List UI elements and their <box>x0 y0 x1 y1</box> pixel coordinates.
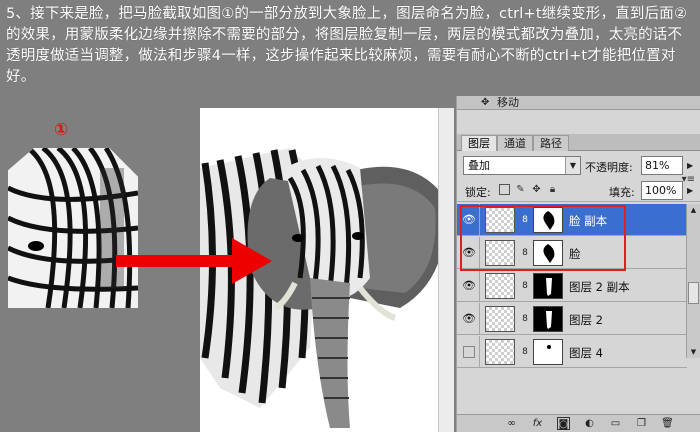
fill-input[interactable]: 100% <box>641 181 683 200</box>
opacity-label: 不透明度: <box>585 161 633 174</box>
lock-position-icon[interactable]: ✥ <box>531 184 542 195</box>
layers-bottom-toolbar: ∞ fx ◙ ◐ ▭ ❐ 🗑︎ <box>457 414 700 432</box>
layer-row-layer4[interactable]: 8 图层 4 <box>457 336 687 368</box>
blend-mode-value: 叠加 <box>468 159 490 172</box>
link-chain-icon: 8 <box>522 347 528 357</box>
visibility-toggle[interactable] <box>463 346 475 358</box>
opacity-dropdown-icon[interactable]: ▶ <box>687 161 693 170</box>
highlight-box <box>460 205 626 271</box>
lock-brush-icon[interactable]: ✎ <box>515 184 526 195</box>
instruction-text: 5、接下来是脸，把马脸截取如图①的一部分放到大象脸上，图层命名为脸，ctrl+t… <box>6 6 688 85</box>
mask-trunk-shape <box>546 311 552 329</box>
new-group-icon[interactable]: ▭ <box>609 417 622 430</box>
eye-separator <box>479 303 480 335</box>
add-mask-icon[interactable]: ◙ <box>557 417 570 430</box>
layer-thumbnail <box>485 339 515 365</box>
layer-name[interactable]: 图层 2 <box>569 312 603 328</box>
new-layer-icon[interactable]: ❐ <box>635 417 648 430</box>
eye-separator <box>479 270 480 302</box>
lock-label: 锁定: <box>465 186 491 199</box>
layer-row-layer2[interactable]: 👁︎ 8 图层 2 <box>457 303 687 335</box>
fx-icon[interactable]: fx <box>531 417 544 430</box>
panel-tabs: 图层 通道 路径 ▾≡ <box>457 134 700 185</box>
layer-thumbnail <box>485 273 515 299</box>
blend-row: 叠加 ▼ 不透明度: 81% ▶ <box>457 154 700 178</box>
layers-scrollbar[interactable]: ▲ ▼ <box>686 204 700 358</box>
tab-paths[interactable]: 路径 <box>533 135 569 151</box>
scroll-down-icon[interactable]: ▼ <box>687 346 700 358</box>
lock-transparent-icon[interactable] <box>499 184 510 195</box>
red-arrow-head <box>232 238 272 284</box>
link-layers-icon[interactable]: ∞ <box>505 417 518 430</box>
history-item-move[interactable]: ✥ 移动 <box>457 96 700 110</box>
layer-mask-thumbnail[interactable] <box>533 273 563 299</box>
layer-row-layer2-copy[interactable]: 👁︎ 8 图层 2 副本 <box>457 270 687 302</box>
canvas-scrollbar[interactable] <box>438 108 454 432</box>
mask-dot-shape <box>547 345 551 349</box>
history-strip: ✥ 移动 <box>457 96 700 110</box>
scroll-thumb[interactable] <box>688 282 699 304</box>
history-item-label: 移动 <box>497 96 519 109</box>
lock-all-icon[interactable]: 🔒︎ <box>547 184 558 195</box>
tab-layers[interactable]: 图层 <box>461 135 497 151</box>
link-chain-icon: 8 <box>522 314 528 324</box>
eye-icon[interactable]: 👁︎ <box>461 311 477 327</box>
zebra-face-crop <box>8 148 138 308</box>
scroll-up-icon[interactable]: ▲ <box>687 204 700 216</box>
fill-dropdown-icon[interactable]: ▶ <box>687 186 693 195</box>
layer-name[interactable]: 图层 4 <box>569 345 603 361</box>
move-tool-icon: ✥ <box>481 97 490 108</box>
tab-channels[interactable]: 通道 <box>497 135 533 151</box>
opacity-input[interactable]: 81% <box>641 156 683 175</box>
link-chain-icon: 8 <box>522 281 528 291</box>
chevron-down-icon: ▼ <box>565 157 580 174</box>
layer-mask-thumbnail[interactable] <box>533 339 563 365</box>
lock-row: 锁定: ✎ ✥ 🔒︎ 填充: 100% ▶ <box>457 180 700 202</box>
blend-mode-select[interactable]: 叠加 ▼ <box>463 156 581 175</box>
marker-one: ① <box>54 120 69 140</box>
mask-trunk-shape <box>546 278 552 296</box>
eye-icon[interactable]: 👁︎ <box>461 278 477 294</box>
layer-thumbnail <box>485 306 515 332</box>
zebra-face-image <box>8 148 138 308</box>
eye-separator <box>479 336 480 368</box>
adjustment-layer-icon[interactable]: ◐ <box>583 417 596 430</box>
trash-icon[interactable]: 🗑︎ <box>661 417 674 430</box>
red-arrow-shaft <box>116 255 236 267</box>
layer-mask-thumbnail[interactable] <box>533 306 563 332</box>
layer-name[interactable]: 图层 2 副本 <box>569 279 630 295</box>
fill-label: 填充: <box>609 186 635 199</box>
